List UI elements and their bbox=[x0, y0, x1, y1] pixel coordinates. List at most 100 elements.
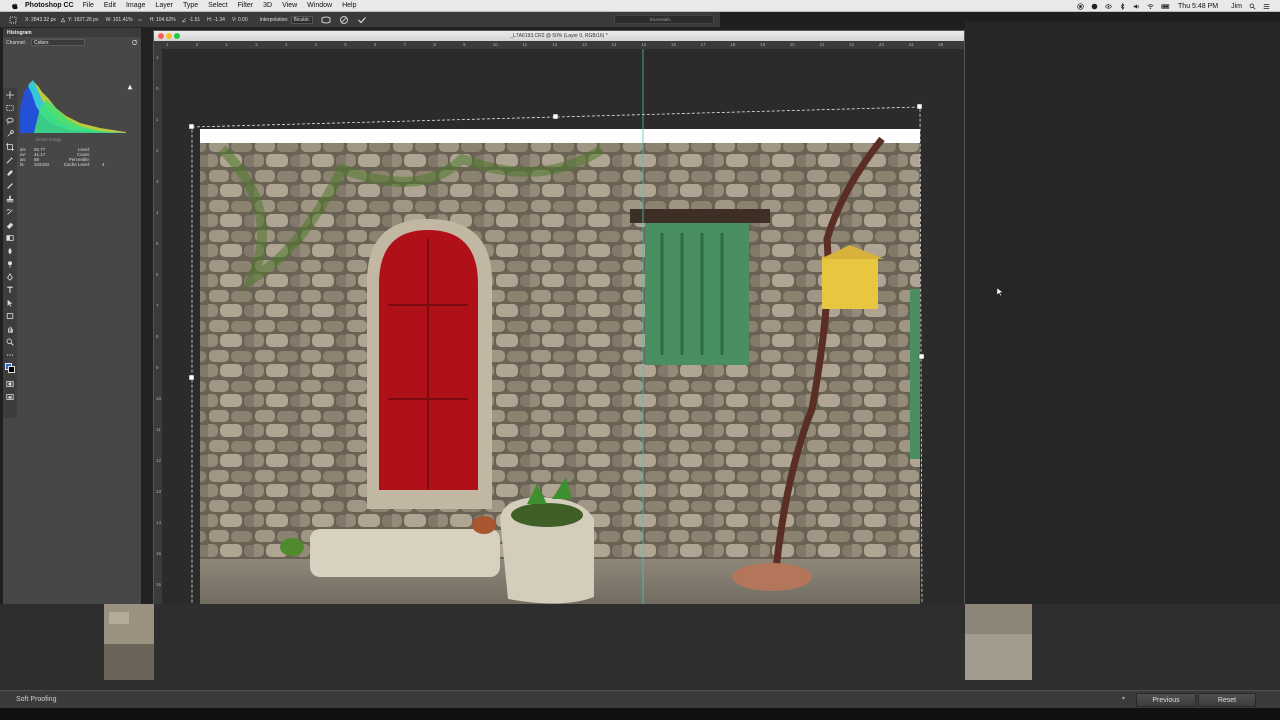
transform-handle[interactable] bbox=[918, 353, 925, 360]
menu-select[interactable]: Select bbox=[208, 2, 227, 9]
menu-window[interactable]: Window bbox=[307, 2, 332, 9]
h-skew-field[interactable]: H: -1.34 bbox=[207, 17, 225, 23]
transform-tool-icon[interactable] bbox=[8, 15, 18, 25]
v-skew-field[interactable]: V: 0.00 bbox=[232, 17, 248, 23]
canvas[interactable] bbox=[162, 49, 964, 686]
commit-transform-icon[interactable] bbox=[357, 15, 367, 25]
pen-tool[interactable] bbox=[3, 270, 17, 283]
notifications-icon[interactable] bbox=[1263, 3, 1270, 10]
histogram-tab[interactable]: Histogram bbox=[3, 28, 141, 37]
user-name[interactable]: Jim bbox=[1231, 3, 1242, 10]
menu-file[interactable]: File bbox=[83, 2, 94, 9]
transform-handle[interactable] bbox=[188, 123, 195, 130]
edit-toolbar-button[interactable] bbox=[3, 348, 17, 361]
filmstrip-thumbnail[interactable] bbox=[965, 604, 1032, 680]
soft-proofing-label[interactable]: Soft Proofing bbox=[16, 696, 56, 703]
type-tool[interactable] bbox=[3, 283, 17, 296]
gradient-tool[interactable] bbox=[3, 231, 17, 244]
move-tool[interactable] bbox=[3, 88, 17, 101]
document-title-bar[interactable]: _L7A6193.CR2 @ 50% (Layer 0, RGB/16) * bbox=[154, 31, 964, 41]
battery-icon[interactable] bbox=[1161, 3, 1171, 10]
channel-select[interactable]: Colors bbox=[31, 39, 85, 46]
clone-stamp-tool[interactable] bbox=[3, 192, 17, 205]
brush-tool[interactable] bbox=[3, 179, 17, 192]
height-field[interactable]: H: 104.62% bbox=[150, 17, 176, 23]
move-icon bbox=[6, 90, 14, 99]
color-swatches[interactable] bbox=[3, 361, 17, 377]
crop-tool[interactable] bbox=[3, 140, 17, 153]
chevron-down-icon[interactable]: ▾ bbox=[1122, 695, 1125, 702]
interpolation-select[interactable]: Bicubic bbox=[290, 15, 313, 24]
zoom-tool[interactable] bbox=[3, 335, 17, 348]
menu-edit[interactable]: Edit bbox=[104, 2, 116, 9]
quick-mask-button[interactable] bbox=[3, 377, 17, 390]
canvas-area[interactable] bbox=[162, 49, 964, 686]
hand-tool[interactable] bbox=[3, 322, 17, 335]
vertical-ruler[interactable]: 10123456789101112131415161718 bbox=[154, 41, 162, 686]
previous-button[interactable]: Previous bbox=[1136, 693, 1196, 707]
ruler-tick-label: 19 bbox=[760, 42, 766, 47]
eye-icon[interactable] bbox=[1105, 3, 1112, 10]
menu-view[interactable]: View bbox=[282, 2, 297, 9]
lasso-tool[interactable] bbox=[3, 114, 17, 127]
menu-help[interactable]: Help bbox=[342, 2, 356, 9]
eraser-tool[interactable] bbox=[3, 218, 17, 231]
background-color-swatch[interactable] bbox=[8, 366, 15, 373]
creative-cloud-icon[interactable] bbox=[1091, 3, 1098, 10]
warning-icon[interactable] bbox=[127, 84, 133, 90]
clock[interactable]: Thu 5:48 PM bbox=[1178, 3, 1218, 10]
transform-handle[interactable] bbox=[552, 113, 559, 120]
ruler-tick-label: 21 bbox=[819, 42, 825, 47]
angle-field[interactable]: -1.51 bbox=[189, 17, 200, 23]
source-value[interactable]: Entire Image bbox=[36, 137, 62, 142]
interpolation-label: Interpolation: bbox=[259, 16, 289, 23]
link-icon[interactable] bbox=[137, 15, 143, 25]
blur-tool[interactable] bbox=[3, 244, 17, 257]
apple-icon[interactable] bbox=[11, 2, 19, 10]
eyedropper-tool[interactable] bbox=[3, 153, 17, 166]
refresh-icon[interactable] bbox=[131, 39, 138, 46]
x-field[interactable]: X: 2843.32 px bbox=[25, 17, 56, 23]
bluetooth-icon[interactable] bbox=[1119, 2, 1126, 10]
wifi-icon[interactable] bbox=[1147, 3, 1154, 10]
y-field[interactable]: Y: 1927.26 px bbox=[68, 17, 99, 23]
minimize-window-button[interactable] bbox=[166, 33, 172, 39]
record-icon[interactable] bbox=[1077, 2, 1084, 10]
quick-select-tool[interactable] bbox=[3, 127, 17, 140]
transform-handle[interactable] bbox=[188, 374, 195, 381]
dodge-tool[interactable] bbox=[3, 257, 17, 270]
menu-image[interactable]: Image bbox=[126, 2, 145, 9]
ruler-tick-label: 1 bbox=[156, 55, 159, 60]
spotlight-icon[interactable] bbox=[1249, 3, 1256, 10]
ruler-tick-label: 18 bbox=[730, 42, 736, 47]
ruler-tick-label: 3 bbox=[156, 179, 159, 184]
ruler-tick-label: 3 bbox=[284, 42, 288, 47]
dodge-icon bbox=[8, 260, 12, 268]
cancel-transform-icon[interactable] bbox=[339, 15, 349, 25]
menu-3d[interactable]: 3D bbox=[263, 2, 272, 9]
menu-layer[interactable]: Layer bbox=[155, 2, 173, 9]
menu-filter[interactable]: Filter bbox=[238, 2, 254, 9]
close-window-button[interactable] bbox=[158, 33, 164, 39]
transform-handle[interactable] bbox=[916, 103, 923, 110]
zoom-window-button[interactable] bbox=[174, 33, 180, 39]
healing-brush-tool[interactable] bbox=[3, 166, 17, 179]
warp-icon[interactable] bbox=[321, 15, 331, 25]
workspace-switcher[interactable]: Essentials bbox=[614, 15, 714, 24]
reset-button[interactable]: Reset bbox=[1198, 693, 1256, 707]
marquee-tool[interactable] bbox=[3, 101, 17, 114]
volume-icon[interactable] bbox=[1133, 3, 1140, 10]
ruler-tick-label: 22 bbox=[849, 42, 855, 47]
shape-tool[interactable] bbox=[3, 309, 17, 322]
filmstrip-thumbnail[interactable] bbox=[104, 604, 154, 680]
app-name-menu[interactable]: Photoshop CC bbox=[25, 2, 74, 9]
width-field[interactable]: W: 101.41% bbox=[105, 17, 132, 23]
history-brush-tool[interactable] bbox=[3, 205, 17, 218]
ruler-tick-label: 0 bbox=[195, 42, 199, 47]
menu-type[interactable]: Type bbox=[183, 2, 198, 9]
source-row: Entire Image bbox=[20, 137, 140, 144]
photo-layer[interactable] bbox=[200, 129, 920, 609]
horizontal-ruler[interactable]: 1 0 1 2 3 4 5 6 7 8 9 10 11 12 13 14 15 16 17 18 19 20 21 22 23 2… bbox=[162, 41, 964, 49]
screen-mode-button[interactable] bbox=[3, 390, 17, 403]
path-selection-tool[interactable] bbox=[3, 296, 17, 309]
